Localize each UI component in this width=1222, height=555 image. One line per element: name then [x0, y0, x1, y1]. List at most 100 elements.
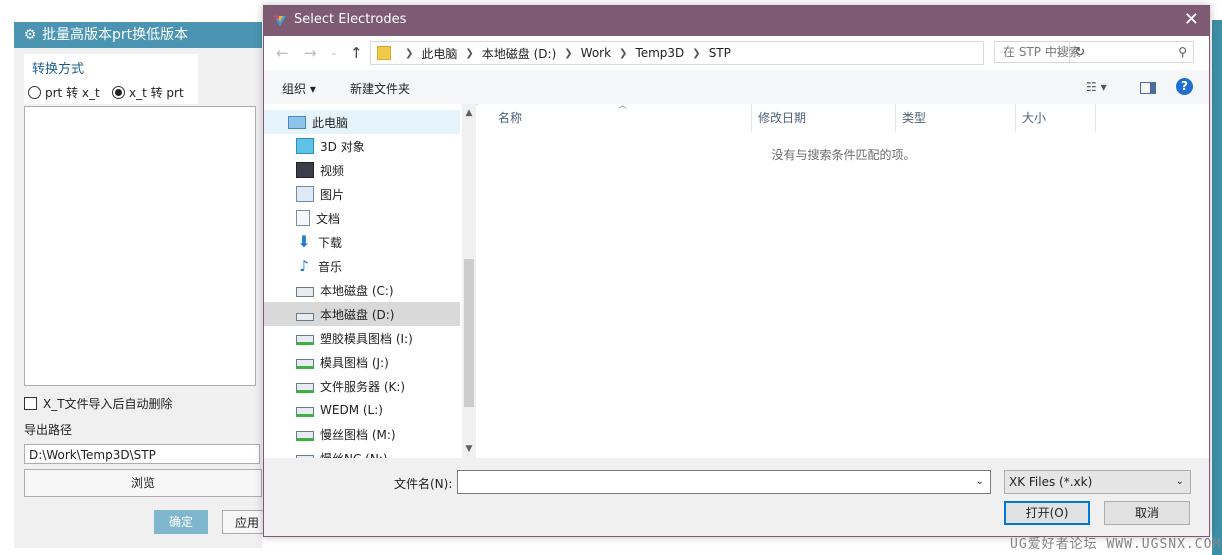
forward-arrow-icon[interactable]: →	[304, 44, 317, 62]
3d-objects-icon	[296, 138, 314, 154]
nav-item-label: 此电脑	[312, 115, 349, 130]
nav-item-drive-d[interactable]: 本地磁盘 (D:)	[264, 302, 460, 326]
nav-scrollbar[interactable]: ▲ ▼	[462, 104, 476, 458]
desktop-background	[1212, 20, 1222, 555]
breadcrumb-item[interactable]: Work	[581, 46, 611, 60]
nav-item-drive-i[interactable]: 塑胶模具图档 (I:)	[264, 326, 460, 350]
browse-button[interactable]: 浏览	[24, 469, 262, 497]
cancel-button[interactable]: 取消	[1104, 501, 1190, 525]
conversion-group-title: 转换方式	[32, 62, 85, 77]
nav-item-label: 文档	[316, 211, 341, 226]
radio-circle-selected[interactable]	[112, 86, 125, 99]
network-drive-icon	[296, 407, 314, 417]
download-icon: ⬇	[297, 232, 311, 251]
radio-prt-to-xt[interactable]: prt 转 x_t	[28, 84, 100, 101]
breadcrumb-item[interactable]: STP	[709, 46, 731, 60]
search-icon[interactable]: ⚲	[1178, 42, 1187, 62]
chevron-up-icon[interactable]: ▲	[462, 108, 476, 118]
nav-item-label: 本地磁盘 (C:)	[320, 283, 394, 298]
drive-icon	[296, 313, 314, 321]
column-header-modified[interactable]: 修改日期	[752, 104, 896, 132]
dialog-footer: 文件名(N): ⌄ XK Files (*.xk) ⌄ 打开(O) 取消	[264, 458, 1209, 536]
nav-item-videos[interactable]: 视频	[264, 158, 460, 182]
chevron-right-icon[interactable]: ❯	[692, 48, 700, 59]
pictures-icon	[296, 186, 314, 202]
nav-item-drive-l[interactable]: WEDM (L:)	[264, 398, 460, 422]
nav-item-this-pc[interactable]: 此电脑	[264, 110, 460, 134]
nav-item-music[interactable]: ♪ 音乐	[264, 254, 460, 278]
view-options-icon[interactable]: ☷ ▾	[1086, 80, 1107, 94]
radio-xt-to-prt[interactable]: x_t 转 prt	[112, 84, 184, 101]
auto-delete-option[interactable]: X_T文件导入后自动删除	[24, 395, 173, 412]
chevron-right-icon[interactable]: ❯	[465, 48, 473, 59]
help-icon[interactable]: ?	[1176, 78, 1193, 95]
nav-item-drive-j[interactable]: 模具图档 (J:)	[264, 350, 460, 374]
nav-item-drive-n[interactable]: 慢丝NC (N:)	[264, 446, 460, 458]
nav-item-label: 模具图档 (J:)	[320, 355, 389, 370]
file-list-pane[interactable]: ︿ 名称 修改日期 类型 大小 没有与搜索条件匹配的项。	[478, 101, 1209, 458]
file-list[interactable]	[24, 106, 256, 386]
chevron-right-icon[interactable]: ❯	[564, 48, 572, 59]
conversion-group: 转换方式 prt 转 x_t x_t 转 prt	[24, 54, 198, 104]
nav-item-label: 3D 对象	[320, 139, 365, 154]
close-icon[interactable]: ✕	[1184, 10, 1199, 30]
nav-item-documents[interactable]: 文档	[264, 206, 460, 230]
select-electrodes-dialog: Select Electrodes ✕ ← → ⌄ ↑ ❯ 此电脑 ❯ 本地磁盘…	[263, 5, 1210, 537]
music-icon: ♪	[299, 257, 309, 275]
nav-item-drive-m[interactable]: 慢丝图档 (M:)	[264, 422, 460, 446]
up-arrow-icon[interactable]: ↑	[350, 44, 363, 62]
nav-item-pictures[interactable]: 图片	[264, 182, 460, 206]
nav-item-drive-c[interactable]: 本地磁盘 (C:)	[264, 278, 460, 302]
filename-input[interactable]: ⌄	[457, 470, 991, 494]
network-drive-icon	[296, 359, 314, 369]
auto-delete-checkbox[interactable]	[24, 397, 37, 410]
chevron-down-icon[interactable]: ▼	[462, 444, 476, 454]
drive-c-icon	[296, 287, 314, 297]
chevron-right-icon[interactable]: ❯	[405, 48, 413, 59]
nav-item-label: 音乐	[318, 259, 343, 274]
column-header-type[interactable]: 类型	[896, 104, 1016, 132]
scrollbar-thumb[interactable]	[464, 259, 474, 407]
address-bar[interactable]: ❯ 此电脑 ❯ 本地磁盘 (D:) ❯ Work ❯ Temp3D ❯ STP …	[370, 41, 1085, 65]
column-header-name[interactable]: 名称	[492, 104, 752, 132]
file-type-select[interactable]: XK Files (*.xk) ⌄	[1004, 470, 1191, 494]
nav-item-label: 图片	[320, 187, 345, 202]
chevron-right-icon[interactable]: ❯	[619, 48, 627, 59]
dialog-title: Select Electrodes	[294, 12, 407, 27]
nav-item-label: 塑胶模具图档 (I:)	[320, 331, 413, 346]
breadcrumb-item[interactable]: Temp3D	[635, 46, 684, 60]
auto-delete-label: X_T文件导入后自动删除	[43, 397, 173, 411]
radio-label: prt 转 x_t	[45, 86, 100, 100]
nav-item-label: WEDM (L:)	[320, 403, 383, 417]
network-drive-icon	[296, 431, 314, 441]
computer-icon	[288, 115, 306, 129]
breadcrumb-item[interactable]: 此电脑	[421, 45, 457, 62]
new-folder-button[interactable]: 新建文件夹	[350, 80, 410, 97]
organize-menu[interactable]: 组织 ▾	[282, 80, 316, 97]
nav-item-downloads[interactable]: ⬇ 下载	[264, 230, 460, 254]
nav-item-label: 慢丝图档 (M:)	[320, 427, 396, 442]
export-path-field[interactable]: D:\Work\Temp3D\STP	[24, 444, 260, 464]
preview-pane-icon[interactable]	[1140, 82, 1156, 94]
column-header-size[interactable]: 大小	[1016, 104, 1096, 132]
export-path-label: 导出路径	[24, 423, 73, 437]
recent-locations-icon[interactable]: ⌄	[330, 48, 338, 58]
back-arrow-icon[interactable]: ←	[276, 44, 289, 62]
search-input[interactable]: 在 STP 中搜索 ⚲	[994, 41, 1194, 63]
chevron-down-icon[interactable]: ⌄	[976, 476, 984, 487]
dialog-titlebar: Select Electrodes ✕	[264, 6, 1209, 36]
documents-icon	[296, 210, 310, 226]
nav-item-label: 视频	[320, 163, 345, 178]
ok-button[interactable]: 确定	[154, 510, 208, 534]
gear-icon: ⚙	[23, 27, 37, 43]
tool-body: 转换方式 prt 转 x_t x_t 转 prt X_T文件导入后自动删除 导出…	[14, 48, 272, 548]
nav-item-label: 本地磁盘 (D:)	[320, 307, 395, 322]
network-drive-icon	[296, 335, 314, 345]
nav-item-drive-k[interactable]: 文件服务器 (K:)	[264, 374, 460, 398]
breadcrumb-item[interactable]: 本地磁盘 (D:)	[482, 45, 556, 62]
network-drive-icon	[296, 383, 314, 393]
radio-circle[interactable]	[28, 86, 41, 99]
open-button[interactable]: 打开(O)	[1004, 501, 1090, 525]
chevron-down-icon[interactable]: ⌄	[1176, 471, 1184, 493]
nav-item-3d-objects[interactable]: 3D 对象	[264, 134, 460, 158]
